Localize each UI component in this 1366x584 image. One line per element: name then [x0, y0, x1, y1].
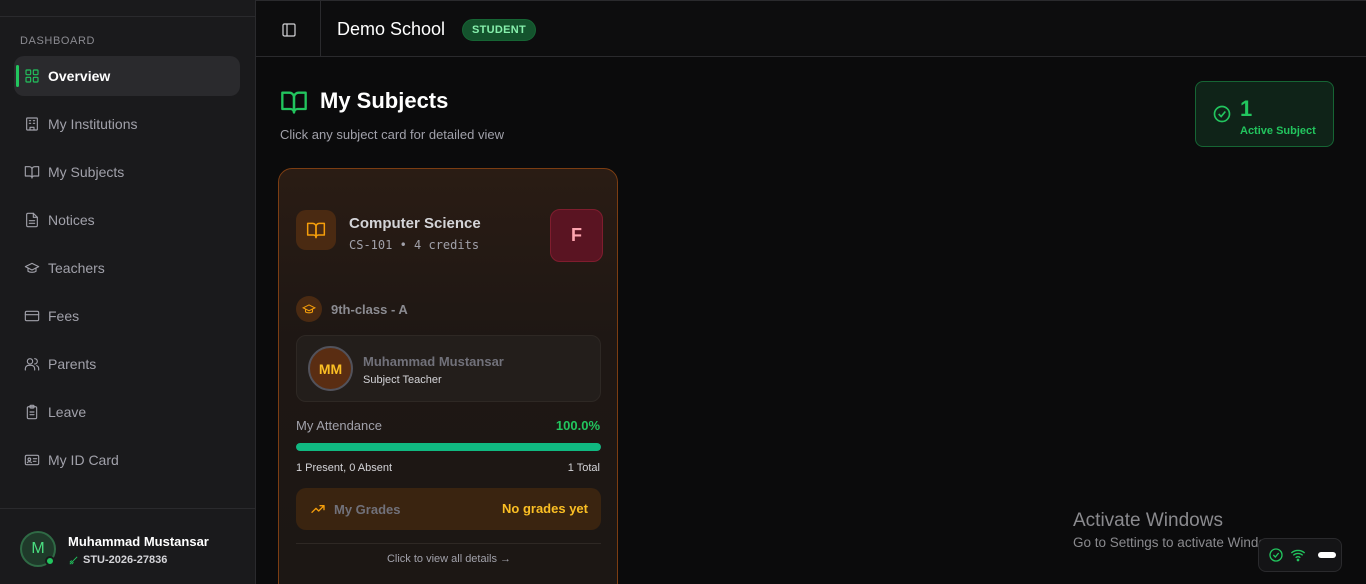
user-name: Muhammad Mustansar [68, 534, 209, 549]
file-text-icon [24, 212, 40, 228]
grades-label: My Grades [334, 501, 401, 517]
sidebar-section-label: DASHBOARD [20, 35, 96, 47]
check-circle-icon[interactable] [1268, 547, 1284, 563]
online-status-dot [45, 556, 55, 566]
building-icon [24, 116, 40, 132]
class-row: 9th-class - A [296, 296, 408, 322]
check-circle-icon [1212, 104, 1232, 124]
graduation-cap-icon [24, 260, 40, 276]
student-id-icon [69, 556, 78, 564]
grades-summary: My Grades No grades yet [296, 488, 601, 530]
wifi-icon[interactable] [1290, 547, 1306, 563]
book-open-icon [24, 164, 40, 180]
book-open-icon [296, 210, 336, 250]
attendance-progress-bar [296, 443, 601, 451]
battery-icon[interactable] [1318, 552, 1336, 558]
sidebar-item-overview[interactable]: Overview [14, 56, 240, 96]
layout-grid-icon [24, 68, 40, 84]
attendance-progress-fill [296, 443, 601, 451]
sidebar-item-label: Leave [48, 404, 87, 420]
page-title: My Subjects [320, 88, 449, 113]
teacher-info: MM Muhammad Mustansar Subject Teacher [296, 335, 601, 402]
card-divider [296, 543, 601, 544]
grades-value: No grades yet [502, 501, 588, 516]
attendance-present-absent: 1 Present, 0 Absent [296, 462, 393, 474]
stat-label: Active Subject [1240, 125, 1316, 137]
sidebar-toggle-button[interactable] [278, 19, 300, 41]
page-subtitle: Click any subject card for detailed view [280, 127, 504, 142]
activate-windows-title: Activate Windows [1073, 510, 1223, 531]
attendance-total: 1 Total [567, 462, 600, 474]
sidebar-nav: Overview My Institutions My Subjects Not… [14, 56, 240, 488]
role-badge: STUDENT [462, 19, 537, 41]
avatar[interactable]: M [20, 531, 56, 567]
teacher-role: Subject Teacher [363, 374, 442, 386]
attendance-value: 100.0% [555, 418, 600, 433]
main-content: My Subjects Click any subject card for d… [256, 57, 1366, 584]
sidebar-top-divider [0, 16, 256, 17]
sidebar-user-panel[interactable]: M Muhammad Mustansar STU-2026-27836 [0, 508, 256, 584]
stat-count: 1 [1240, 96, 1253, 121]
sidebar-item-label: Overview [48, 68, 111, 84]
view-details-link[interactable]: Click to view all details → [279, 553, 619, 565]
sidebar-item-fees[interactable]: Fees [14, 296, 240, 336]
user-id-text: STU-2026-27836 [83, 554, 168, 566]
graduation-cap-icon [296, 296, 322, 322]
avatar-initial: M [31, 540, 45, 557]
teacher-avatar: MM [308, 346, 353, 391]
trending-up-icon [311, 505, 325, 513]
app-root: DASHBOARD Overview My Institutions My Su… [0, 0, 1366, 584]
panel-left-icon [282, 23, 296, 37]
sidebar: DASHBOARD Overview My Institutions My Su… [0, 0, 256, 584]
sidebar-item-label: My Subjects [48, 164, 125, 180]
sidebar-item-my-institutions[interactable]: My Institutions [14, 104, 240, 144]
class-label: 9th-class - A [331, 301, 408, 317]
activate-windows-subtitle: Go to Settings to activate Windows. [1073, 535, 1287, 550]
id-card-icon [24, 452, 40, 468]
active-subject-stat: 1 Active Subject [1195, 81, 1334, 147]
subject-code-credits: CS-101 • 4 credits [349, 238, 480, 252]
users-icon [24, 356, 40, 372]
sidebar-item-label: My ID Card [48, 452, 119, 468]
sidebar-item-label: My Institutions [48, 116, 138, 132]
subject-card[interactable]: Computer Science CS-101 • 4 credits F 9t… [278, 168, 618, 584]
top-header: Demo School STUDENT [256, 0, 1366, 58]
clipboard-icon [24, 404, 40, 420]
system-tray[interactable] [1258, 538, 1342, 572]
sidebar-item-parents[interactable]: Parents [14, 344, 240, 384]
school-name: Demo School [337, 19, 446, 39]
sidebar-item-label: Fees [48, 308, 80, 324]
header-divider [320, 1, 321, 58]
sidebar-item-notices[interactable]: Notices [14, 200, 240, 240]
subject-name: Computer Science [349, 215, 481, 232]
credit-card-icon [24, 308, 40, 324]
grade-badge: F [550, 209, 603, 262]
sidebar-item-my-subjects[interactable]: My Subjects [14, 152, 240, 192]
sidebar-item-label: Parents [48, 356, 97, 372]
sidebar-item-leave[interactable]: Leave [14, 392, 240, 432]
sidebar-item-teachers[interactable]: Teachers [14, 248, 240, 288]
sidebar-item-label: Teachers [48, 260, 105, 276]
user-id: STU-2026-27836 [68, 554, 167, 566]
teacher-name: Muhammad Mustansar [363, 354, 504, 369]
sidebar-item-my-id-card[interactable]: My ID Card [14, 440, 240, 480]
attendance-label: My Attendance [296, 418, 382, 433]
sidebar-item-label: Notices [48, 212, 95, 228]
book-open-icon [280, 88, 308, 116]
